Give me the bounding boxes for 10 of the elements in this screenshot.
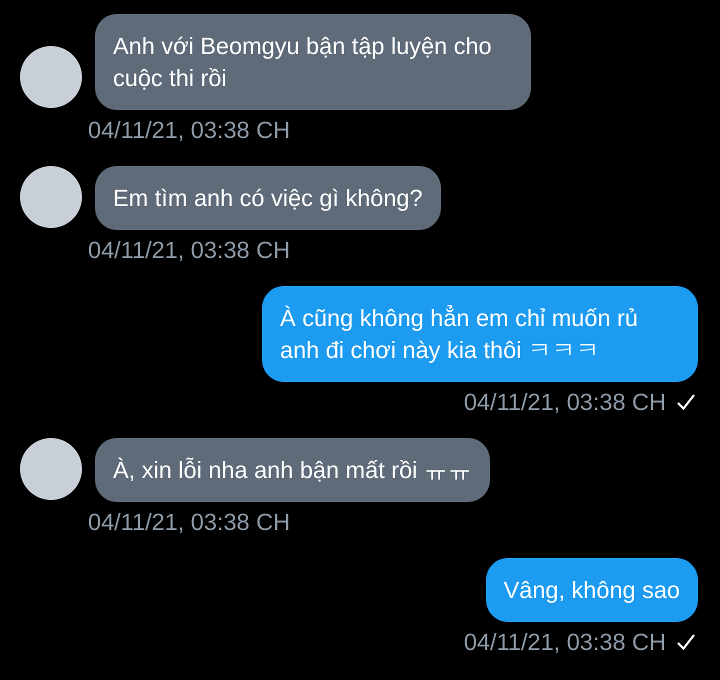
timestamp: 04/11/21, 03:38 CH — [88, 508, 290, 536]
timestamp: 04/11/21, 03:38 CH — [464, 388, 666, 416]
timestamp: 04/11/21, 03:38 CH — [88, 236, 290, 264]
message-bubble: Em tìm anh có việc gì không? — [95, 166, 441, 230]
timestamp: 04/11/21, 03:38 CH — [88, 116, 290, 144]
message-bubble: À cũng không hẳn em chỉ muốn rủ anh đi chơi này kia thôi ㅋㅋㅋ — [262, 286, 698, 382]
message-bubble: Anh với Beomgyu bận tập luyện cho cuộc thi rồi — [95, 14, 531, 110]
message-bubble: Vâng, không sao — [486, 558, 698, 622]
timestamp: 04/11/21, 03:38 CH — [464, 628, 666, 656]
message-bubble: À, xin lỗi nha anh bận mất rồi ㅠㅠ — [95, 438, 490, 502]
